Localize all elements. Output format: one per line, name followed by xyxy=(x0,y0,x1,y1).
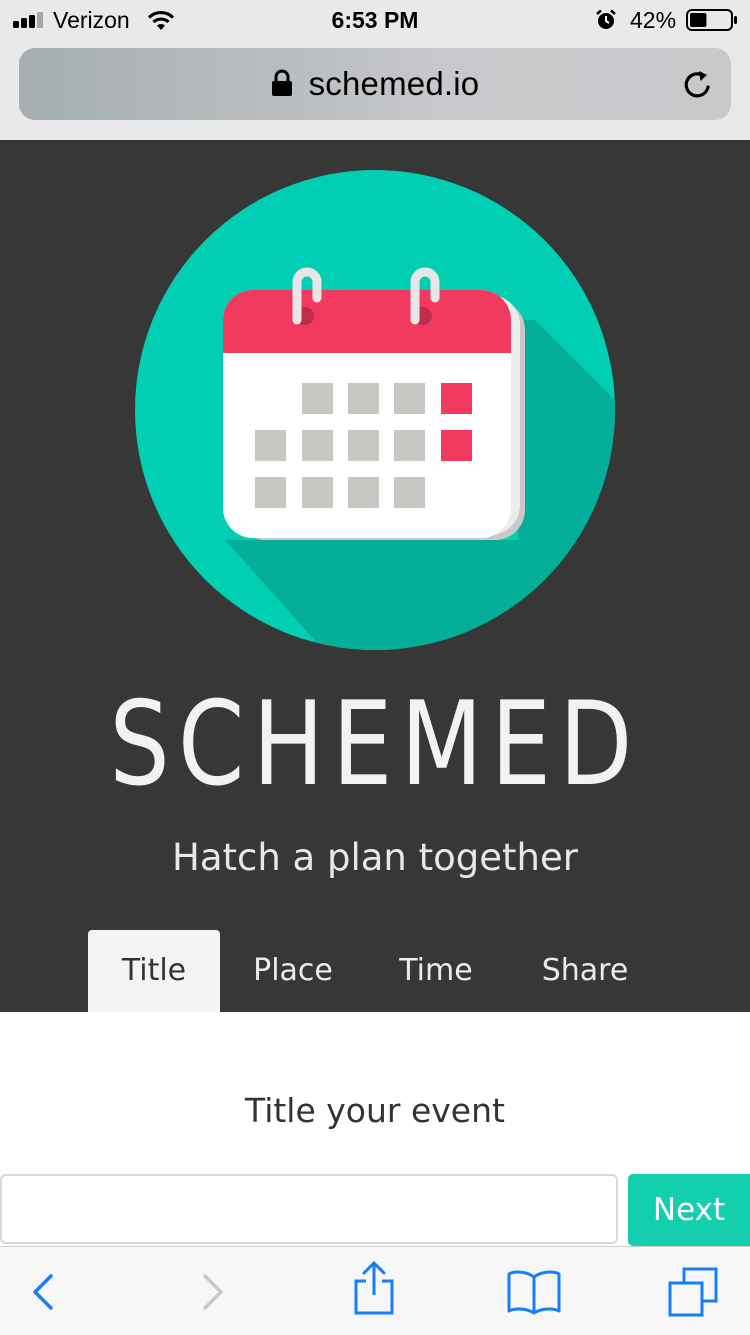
lock-icon xyxy=(271,69,292,96)
tabs-icon xyxy=(668,1267,718,1317)
battery-percentage: 42% xyxy=(630,7,677,33)
tab-time[interactable]: Time xyxy=(378,930,494,1012)
share-button[interactable] xyxy=(330,1247,420,1335)
share-icon xyxy=(354,1261,394,1315)
tab-share[interactable]: Share xyxy=(518,930,652,1012)
tabs-button[interactable] xyxy=(650,1247,740,1335)
browser-toolbar xyxy=(0,1246,750,1335)
forward-button[interactable] xyxy=(170,1247,260,1335)
battery-icon xyxy=(686,9,737,31)
step-tabs: Title Place Time Share xyxy=(88,930,708,1012)
next-button[interactable]: Next xyxy=(628,1174,750,1246)
event-title-input[interactable] xyxy=(0,1174,618,1244)
bookmarks-button[interactable] xyxy=(490,1247,580,1335)
url-text: schemed.io xyxy=(308,65,480,102)
calendar-logo-icon xyxy=(135,170,615,650)
brand-name: SCHEMED xyxy=(109,677,641,812)
status-bar: Verizon 6:53 PM 42% xyxy=(0,0,750,40)
back-button[interactable] xyxy=(0,1247,90,1335)
forward-icon xyxy=(203,1274,223,1310)
back-icon xyxy=(33,1274,53,1310)
form-heading: Title your event xyxy=(245,1091,505,1130)
tagline: Hatch a plan together xyxy=(172,836,578,879)
browser-address-area: schemed.io xyxy=(0,40,750,140)
tab-title[interactable]: Title xyxy=(88,930,220,1012)
alarm-icon xyxy=(596,9,616,29)
hero-section: SCHEMED Hatch a plan together Title Plac… xyxy=(0,140,750,1012)
reload-icon[interactable] xyxy=(681,68,715,102)
tab-place[interactable]: Place xyxy=(230,930,356,1012)
address-bar[interactable]: schemed.io xyxy=(19,48,731,120)
bookmarks-icon xyxy=(507,1270,561,1315)
